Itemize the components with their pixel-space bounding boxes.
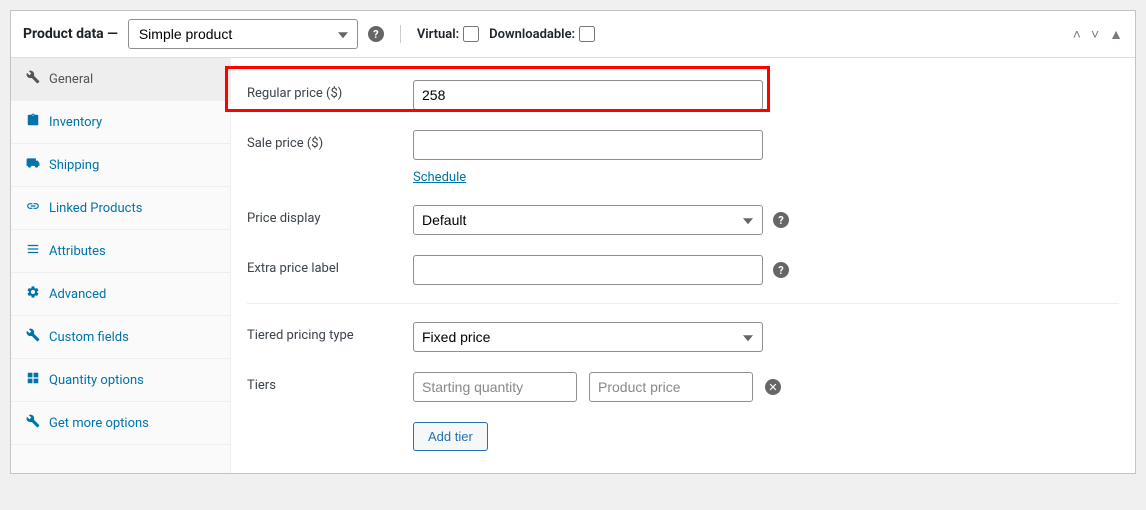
wrench-icon bbox=[25, 328, 41, 346]
sidebar-item-linked[interactable]: Linked Products bbox=[11, 187, 230, 230]
sidebar-item-label: Inventory bbox=[49, 115, 102, 130]
link-icon bbox=[25, 199, 41, 217]
extra-price-help-icon[interactable]: ? bbox=[773, 262, 789, 278]
sidebar-item-quantity[interactable]: Quantity options bbox=[11, 359, 230, 402]
panel-toggles: ˄ ˅ ▲ bbox=[1073, 26, 1123, 43]
sidebar-item-label: Shipping bbox=[49, 158, 99, 173]
move-down-icon[interactable]: ˅ bbox=[1091, 26, 1099, 43]
product-data-panel: Product data — Simple product ? Virtual:… bbox=[10, 10, 1136, 474]
row-tiered-type: Tiered pricing type Fixed price bbox=[247, 312, 1119, 362]
regular-price-input[interactable] bbox=[413, 80, 763, 110]
tier-row: ✕ bbox=[413, 372, 781, 402]
panel-title: Product data — bbox=[23, 26, 118, 42]
tiered-type-select[interactable]: Fixed price bbox=[413, 322, 763, 352]
virtual-checkbox[interactable] bbox=[463, 26, 479, 42]
product-type-select[interactable]: Simple product bbox=[128, 19, 358, 49]
truck-icon bbox=[25, 156, 41, 174]
sale-price-input[interactable] bbox=[413, 130, 763, 160]
tier-price-input[interactable] bbox=[589, 372, 753, 402]
row-extra-price: Extra price label ? bbox=[247, 245, 1119, 295]
sidebar-item-label: Quantity options bbox=[49, 373, 144, 388]
sidebar-item-custom-fields[interactable]: Custom fields bbox=[11, 316, 230, 359]
schedule-link[interactable]: Schedule bbox=[413, 170, 763, 185]
sidebar-item-label: Advanced bbox=[49, 287, 106, 302]
stack-icon bbox=[25, 371, 41, 389]
sidebar-item-attributes[interactable]: Attributes bbox=[11, 230, 230, 273]
list-icon bbox=[25, 242, 41, 260]
sidebar-item-label: Get more options bbox=[49, 416, 149, 431]
sidebar: General Inventory Shipping Linked Produc… bbox=[11, 58, 231, 473]
sidebar-item-more[interactable]: Get more options bbox=[11, 402, 230, 445]
tiers-label: Tiers bbox=[247, 372, 397, 393]
panel-header: Product data — Simple product ? Virtual:… bbox=[11, 11, 1135, 58]
row-regular-price: Regular price ($) bbox=[247, 70, 1119, 120]
price-display-label: Price display bbox=[247, 205, 397, 226]
downloadable-checkbox-wrap[interactable]: Downloadable: bbox=[489, 26, 595, 42]
add-tier-button[interactable]: Add tier bbox=[413, 422, 488, 451]
sidebar-item-label: Linked Products bbox=[49, 201, 142, 216]
price-display-help-icon[interactable]: ? bbox=[773, 212, 789, 228]
regular-price-label: Regular price ($) bbox=[247, 80, 397, 101]
sidebar-item-advanced[interactable]: Advanced bbox=[11, 273, 230, 316]
sidebar-item-general[interactable]: General bbox=[11, 58, 230, 101]
wrench-icon bbox=[25, 70, 41, 88]
main-content: Regular price ($) Sale price ($) Schedul… bbox=[231, 58, 1135, 473]
wrench-icon bbox=[25, 414, 41, 432]
divider bbox=[400, 25, 401, 43]
collapse-icon[interactable]: ▲ bbox=[1109, 26, 1123, 43]
row-sale-price: Sale price ($) Schedule bbox=[247, 120, 1119, 195]
move-up-icon[interactable]: ˄ bbox=[1073, 26, 1081, 43]
price-display-select[interactable]: Default bbox=[413, 205, 763, 235]
extra-price-label: Extra price label bbox=[247, 255, 397, 276]
downloadable-checkbox[interactable] bbox=[579, 26, 595, 42]
remove-tier-icon[interactable]: ✕ bbox=[765, 379, 781, 395]
section-divider bbox=[247, 303, 1119, 304]
sidebar-item-label: Attributes bbox=[49, 244, 106, 259]
row-tiers: Tiers ✕ bbox=[247, 362, 1119, 412]
product-type-help-icon[interactable]: ? bbox=[368, 26, 384, 42]
virtual-checkbox-wrap[interactable]: Virtual: bbox=[417, 26, 479, 42]
gear-icon bbox=[25, 285, 41, 303]
tiered-type-label: Tiered pricing type bbox=[247, 322, 397, 343]
downloadable-label: Downloadable: bbox=[489, 27, 575, 42]
sidebar-item-label: General bbox=[49, 72, 93, 87]
clipboard-icon bbox=[25, 113, 41, 131]
virtual-label: Virtual: bbox=[417, 27, 459, 42]
sidebar-item-inventory[interactable]: Inventory bbox=[11, 101, 230, 144]
extra-price-input[interactable] bbox=[413, 255, 763, 285]
sidebar-item-shipping[interactable]: Shipping bbox=[11, 144, 230, 187]
tier-qty-input[interactable] bbox=[413, 372, 577, 402]
sidebar-item-label: Custom fields bbox=[49, 330, 129, 345]
sale-price-label: Sale price ($) bbox=[247, 130, 397, 151]
row-add-tier: Add tier bbox=[247, 412, 1119, 461]
row-price-display: Price display Default ? bbox=[247, 195, 1119, 245]
